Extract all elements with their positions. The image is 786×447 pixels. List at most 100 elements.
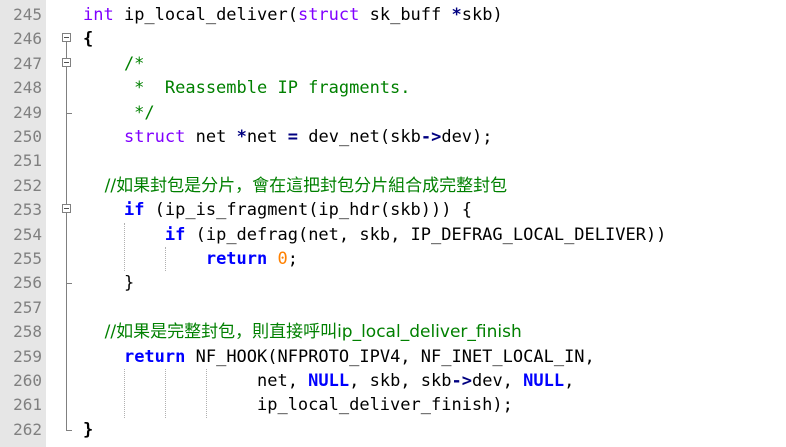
line-number: 251 <box>13 151 42 171</box>
code-text[interactable]: net, NULL, skb, skb->dev, NULL, <box>83 369 574 393</box>
code-text[interactable]: return NF_HOOK(NFPROTO_IPV4, NF_INET_LOC… <box>83 345 595 369</box>
line-number: 245 <box>13 5 42 24</box>
line-number: 252 <box>13 175 42 195</box>
fold-end-marker <box>62 417 76 442</box>
code-token: //如果是完整封包，則直接呼叫ip_local_deliver_finish <box>83 322 522 343</box>
fold-line <box>62 320 76 345</box>
code-token: return <box>123 346 186 367</box>
line-number: 261 <box>13 395 42 415</box>
fold-line <box>62 393 76 418</box>
code-token: 0 <box>277 249 288 269</box>
line-number: 260 <box>13 371 42 390</box>
code-token: skb) <box>461 5 503 25</box>
line-number: 246 <box>13 29 42 49</box>
code-line[interactable]: 258 //如果是完整封包，則直接呼叫ip_local_deliver_fini… <box>0 320 786 345</box>
code-line[interactable]: 260 net, NULL, skb, skb->dev, NULL, <box>0 369 786 394</box>
code-line[interactable]: 246 { <box>0 27 786 52</box>
fold-line <box>62 295 76 321</box>
code-token: dev_net(skb <box>298 127 421 147</box>
line-number: 249 <box>13 102 42 122</box>
code-text[interactable]: if (ip_defrag(net, skb, IP_DEFRAG_LOCAL_… <box>83 223 667 247</box>
code-token: if <box>164 224 186 245</box>
code-line[interactable]: 257 <box>0 295 786 321</box>
code-line[interactable]: 253 if (ip_is_fragment(ip_hdr(skb))) { <box>0 198 786 223</box>
code-text[interactable]: struct net *net = dev_net(skb->dev); <box>83 125 493 149</box>
fold-line <box>62 149 76 174</box>
indent-guide <box>123 222 125 272</box>
code-line[interactable]: 252 //如果封包是分片，會在這把封包分片組合成完整封包 <box>0 173 786 199</box>
code-token: = <box>287 127 299 147</box>
fold-line <box>62 369 76 394</box>
line-number: 247 <box>13 53 42 73</box>
line-number: 258 <box>13 322 42 342</box>
code-token: return <box>205 249 268 269</box>
code-line[interactable]: 249 */ <box>0 100 786 125</box>
code-token: dev); <box>441 127 493 147</box>
indent-guide <box>123 369 125 418</box>
fold-collapse-icon[interactable] <box>62 27 76 52</box>
code-token: /* <box>83 53 145 74</box>
code-text[interactable]: { <box>83 27 93 51</box>
code-line[interactable]: 254 if (ip_defrag(net, skb, IP_DEFRAG_LO… <box>0 222 786 247</box>
code-text[interactable]: if (ip_is_fragment(ip_hdr(skb))) { <box>83 198 472 222</box>
code-line[interactable]: 247 /* <box>0 51 786 77</box>
code-token: , <box>564 371 575 391</box>
code-token: * <box>236 127 247 147</box>
code-token: struct <box>297 5 360 25</box>
code-token: NULL <box>523 371 565 391</box>
code-token: //如果封包是分片，會在這把封包分片組合成完整封包 <box>83 175 508 196</box>
code-line[interactable]: 250 struct net *net = dev_net(skb->dev); <box>0 125 786 150</box>
indent-guide <box>164 369 166 418</box>
code-text[interactable]: * Reassemble IP fragments. <box>83 76 410 100</box>
code-text[interactable]: /* <box>83 52 144 76</box>
fold-line <box>62 173 76 199</box>
code-text[interactable]: */ <box>83 101 154 125</box>
code-token: -> <box>420 127 442 147</box>
fold-line <box>62 125 76 150</box>
code-line[interactable]: 256 } <box>0 271 786 296</box>
code-editor[interactable]: 245 int ip_local_deliver(struct sk_buff *… <box>0 0 786 447</box>
code-text[interactable]: //如果是完整封包，則直接呼叫ip_local_deliver_finish <box>83 320 522 344</box>
line-number: 250 <box>13 127 42 146</box>
code-line[interactable]: 261 ip_local_deliver_finish); <box>0 393 786 418</box>
line-number: 253 <box>13 200 42 220</box>
code-token: NULL <box>308 371 350 391</box>
code-token: dev, <box>471 371 524 391</box>
fold-collapse-icon[interactable] <box>62 51 76 77</box>
line-number: 259 <box>13 346 42 366</box>
code-token: , skb, skb <box>349 371 452 391</box>
code-line[interactable]: 262} <box>0 417 786 442</box>
code-token: } <box>83 273 135 294</box>
code-text[interactable]: int ip_local_deliver(struct sk_buff *skb… <box>83 3 503 27</box>
fold-line <box>62 344 76 369</box>
code-line[interactable]: 255 return 0; <box>0 247 786 272</box>
code-text[interactable]: } <box>83 418 93 442</box>
fold-end-marker <box>62 100 76 125</box>
code-text[interactable]: //如果封包是分片，會在這把封包分片組合成完整封包 <box>83 174 507 198</box>
code-line[interactable]: 251 <box>0 149 786 174</box>
code-line[interactable]: 245 int ip_local_deliver(struct sk_buff *… <box>0 3 786 27</box>
code-text[interactable]: } <box>83 271 134 295</box>
fold-collapse-icon[interactable] <box>62 198 76 223</box>
code-line[interactable]: 248 * Reassemble IP fragments. <box>0 76 786 101</box>
code-text[interactable]: ip_local_deliver_finish); <box>83 393 513 417</box>
code-token: ip_local_deliver_finish); <box>83 395 513 416</box>
code-line[interactable]: 259 return NF_HOOK(NFPROTO_IPV4, NF_INET… <box>0 344 786 369</box>
code-token: if <box>123 200 145 221</box>
code-token: ip_local_deliver( <box>113 5 298 25</box>
code-token: } <box>83 419 94 440</box>
indent-guide <box>164 247 166 272</box>
code-token: int <box>83 5 114 25</box>
line-number: 255 <box>13 249 42 268</box>
code-text[interactable]: return 0; <box>83 247 298 271</box>
code-token: NF_HOOK(NFPROTO_IPV4, NF_INET_LOCAL_IN, <box>185 346 595 367</box>
code-token: ; <box>287 249 298 269</box>
code-token: net, <box>83 371 309 391</box>
indent-guide <box>205 369 207 418</box>
code-token: * <box>451 5 462 25</box>
code-token: { <box>83 29 94 50</box>
